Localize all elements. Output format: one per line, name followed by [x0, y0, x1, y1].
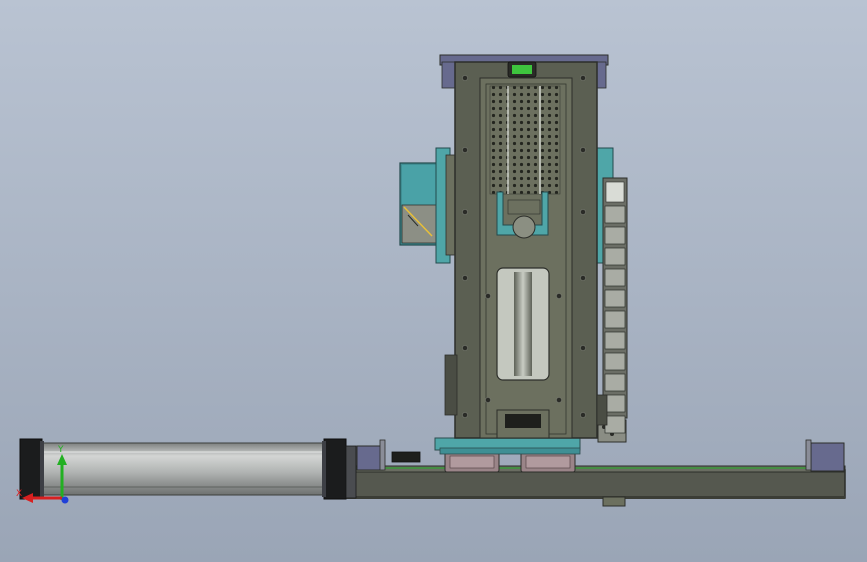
chain-link [604, 415, 626, 434]
base-rail-top [344, 465, 846, 473]
bolt [580, 209, 586, 215]
cad-viewport[interactable]: Y X [0, 0, 867, 562]
chain-link [604, 268, 626, 287]
slider-left-face [449, 455, 495, 469]
vertical-column[interactable] [439, 54, 609, 439]
chain-link [604, 394, 626, 413]
lift-pin [512, 215, 536, 239]
rail-end-cap-left [356, 445, 384, 471]
cap-right-flange [322, 441, 326, 497]
assembly-model[interactable] [0, 0, 867, 562]
y-axis-label: Y [57, 445, 64, 455]
bolt [556, 397, 562, 403]
cable-chain-end [605, 181, 625, 203]
base-linear-axis[interactable] [344, 439, 846, 507]
rail-end-cap-right [810, 442, 845, 472]
base-rail-body [344, 469, 846, 499]
left-lower-fitting [444, 354, 458, 416]
bottom-motor-slot [505, 414, 541, 428]
right-side-assembly[interactable] [594, 147, 628, 434]
chain-link [604, 373, 626, 392]
mount-spacer [445, 154, 456, 256]
cylinder-end-cap-right [323, 438, 347, 500]
motor-housing-face [402, 165, 438, 205]
bolt [462, 75, 468, 81]
bolt [580, 412, 586, 418]
chain-link [604, 310, 626, 329]
rail-end-plate-right [805, 439, 812, 471]
base-rail-bottom-edge [345, 496, 845, 499]
top-cap-ear-left [441, 61, 457, 89]
vent-hole-grid [489, 85, 561, 195]
chain-link [604, 205, 626, 224]
teal-carriage-plate-lower [439, 447, 581, 455]
bolt [462, 147, 468, 153]
bolt [580, 345, 586, 351]
status-indicator-light [512, 65, 532, 74]
chain-link [604, 247, 626, 266]
chain-link [604, 352, 626, 371]
right-lower-fitting [596, 394, 608, 426]
z-axis-dot [61, 496, 69, 504]
bolt [580, 275, 586, 281]
x-axis-head [22, 493, 33, 503]
coordinate-triad: Y X [16, 445, 69, 504]
bolt [462, 275, 468, 281]
bolt [485, 293, 491, 299]
bolt [462, 412, 468, 418]
lift-screw-rod [514, 272, 532, 376]
bottom-bracket [602, 496, 626, 507]
bolt [556, 293, 562, 299]
bolt [462, 345, 468, 351]
sensor-block [391, 451, 421, 463]
x-axis-label: X [16, 489, 22, 499]
cylinder-mount-plate [345, 445, 357, 499]
bolt [580, 147, 586, 153]
chain-link [604, 289, 626, 308]
bolt [580, 75, 586, 81]
y-axis-head [57, 454, 67, 465]
chain-link [604, 331, 626, 350]
bracket-slot [507, 199, 541, 215]
slider-right-face [525, 455, 571, 469]
chain-link [604, 226, 626, 245]
cable-chain-links [604, 205, 626, 434]
bolt [485, 397, 491, 403]
rail-end-plate-left [379, 439, 386, 471]
bolt [462, 209, 468, 215]
side-motor-assembly[interactable] [399, 147, 456, 264]
